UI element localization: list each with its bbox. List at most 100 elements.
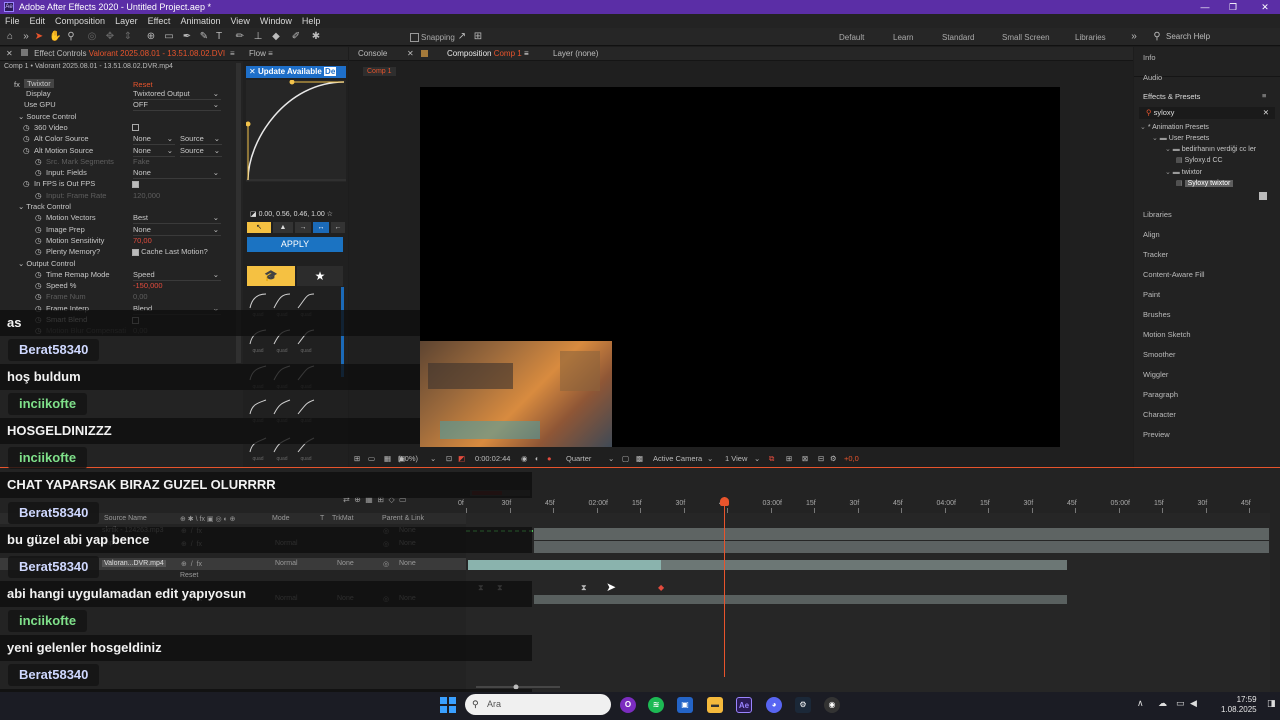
file-explorer-icon[interactable]: ▬ [707,697,723,713]
property-value[interactable]: -150,000 [133,280,163,291]
panel-paint[interactable]: Paint [1143,290,1160,299]
pan-behind-tool-icon[interactable]: ⊕ [145,31,157,43]
viewer-timecode[interactable]: 0:00:02:44 [475,452,510,466]
panel-wiggler[interactable]: Wiggler [1143,370,1168,379]
roto-brush-tool-icon[interactable]: ✐ [290,31,302,43]
pen-tool-icon[interactable]: ✒ [181,31,193,43]
property-dropdown[interactable]: Best ⌄ [133,212,221,225]
panel-align[interactable]: Align [1143,230,1160,239]
apply-button[interactable]: APPLY [247,237,343,252]
stopwatch-icon[interactable]: ◷ [35,156,42,167]
onedrive-icon[interactable]: ☁ [1158,698,1167,709]
chevron-down-icon[interactable]: ⌄ [608,452,614,466]
property-dropdown[interactable]: None ⌄ [133,224,221,236]
windows-start-icon[interactable] [440,697,456,713]
stopwatch-icon[interactable]: ◷ [35,246,42,257]
chevron-up-icon[interactable]: ∧ [1137,698,1144,709]
property-dropdown[interactable]: None ⌄ [133,167,221,180]
puppet-tool-icon[interactable]: ✱ [310,31,322,43]
property-value[interactable]: 70,00 [133,235,152,246]
steam-icon[interactable]: ⚙ [795,697,811,713]
stopwatch-icon[interactable]: ◷ [35,269,42,280]
panel-motion-sketch[interactable]: Motion Sketch [1143,330,1191,339]
hand-tool-icon[interactable]: ✋ [49,31,61,43]
monitor-icon[interactable]: ▭ [368,452,375,466]
layer-mode[interactable]: Normal [275,560,298,567]
flowchart-icon[interactable]: ⊠ [802,452,808,466]
fast-preview-icon[interactable]: ⧉ [769,452,774,466]
preset-tree-item[interactable]: ▤ Syloxy twixtor [1176,179,1234,187]
graduation-cap-icon[interactable]: 🎓 [247,266,295,286]
rectangle-tool-icon[interactable]: ▭ [163,31,175,43]
network-icon[interactable]: ▭ [1176,698,1185,709]
always-preview-icon[interactable]: ⊞ [354,452,360,466]
parent-header[interactable]: Parent & Link [382,515,424,522]
menu-view[interactable]: View [225,16,254,26]
workspace-learn[interactable]: Learn [893,33,913,42]
property-dropdown-2[interactable]: Source ⌄ [180,145,222,157]
timeline-zoom-slider[interactable] [470,677,570,690]
view-layout[interactable]: 1 View [725,452,747,466]
workspace-overflow-icon[interactable]: » [1128,31,1140,43]
composition-breadcrumb[interactable]: Comp 1 [363,67,396,76]
system-clock[interactable]: 17:59 1.08.2025 [1221,695,1257,715]
notification-icon[interactable]: ◨ [1267,698,1276,709]
stopwatch-icon[interactable]: ◷ [23,178,30,189]
settings-icon[interactable]: ⚙ [830,452,837,466]
3d-icon[interactable]: ⊟ [818,452,824,466]
flow-tab[interactable]: Flow ≡ [243,47,348,61]
preset-tree-item[interactable]: ▤ Syloxy.d CC [1176,156,1223,164]
chevron-down-icon[interactable]: ⌄ [430,452,436,466]
menu-layer[interactable]: Layer [110,16,143,26]
effects-presets-panel[interactable]: Effects & Presets [1143,92,1200,101]
panel-content-aware-fill[interactable]: Content-Aware Fill [1143,270,1205,279]
maximize-icon[interactable]: ❐ [1220,0,1246,14]
snapshot-icon[interactable]: ◉ [521,452,528,466]
timeline-icon[interactable]: ⊞ [786,452,792,466]
close-icon[interactable]: ✕ [407,47,414,61]
workspace-small-screen[interactable]: Small Screen [1002,33,1050,42]
close-icon[interactable]: ✕ [6,49,13,58]
menu-effect[interactable]: Effect [143,16,176,26]
property-dropdown[interactable]: Twixtored Output ⌄ [133,88,221,100]
minimize-icon[interactable]: — [1192,0,1218,14]
layer-tab[interactable]: Layer (none) [553,47,598,61]
bezier-curve-editor[interactable] [246,80,346,182]
track-bar-lower[interactable] [534,595,1067,604]
roi-icon[interactable]: ▢ [622,452,629,466]
clone-stamp-tool-icon[interactable]: ⊥ [252,31,264,43]
close-icon[interactable]: ✕ [1252,0,1278,14]
property-dropdown[interactable]: None ⌄ [133,133,175,146]
property-dropdown-2[interactable]: Source ⌄ [180,133,222,146]
active-camera[interactable]: Active Camera [653,452,702,466]
panel-preview[interactable]: Preview [1143,430,1170,439]
effect-controls-tab[interactable]: ✕ Effect Controls Valorant 2025.08.01 - … [0,47,243,61]
selection-tool-icon[interactable]: ➤ [33,31,45,43]
flow-mode-button-5[interactable]: ← [331,222,345,233]
volume-icon[interactable]: ◀ [1190,698,1197,709]
discord-icon[interactable]: ◕ [766,697,782,713]
layer-parent[interactable]: None [399,560,416,567]
menu-help[interactable]: Help [297,16,326,26]
resolution[interactable]: Quarter [566,452,591,466]
search-icon[interactable]: ⚲ [1151,31,1163,43]
new-preset-icon[interactable] [1259,192,1267,200]
eraser-tool-icon[interactable]: ◆ [270,31,282,43]
spotify-icon[interactable]: ≋ [648,697,664,713]
layer-reset[interactable]: Reset [180,572,198,579]
exposure-value[interactable]: +0,0 [844,452,859,466]
snapping-checkbox[interactable] [410,33,419,42]
channel-icon[interactable]: ● [547,452,552,466]
orbit-tool-icon[interactable]: ◎ [86,31,98,43]
property-dropdown[interactable]: OFF ⌄ [133,99,221,112]
flow-mode-button-3[interactable]: → [295,222,311,233]
panel-menu-icon[interactable]: ≡ [230,47,235,61]
property-dropdown[interactable]: None ⌄ [133,145,175,157]
stopwatch-icon[interactable]: ◷ [35,167,42,178]
panel-smoother[interactable]: Smoother [1143,350,1176,359]
brush-tool-icon[interactable]: ✏ [234,31,246,43]
layer-source-name[interactable]: Valoran...DVR.mp4 [102,560,166,567]
effects-search-field[interactable]: ⚲ syloxy ✕ [1139,107,1275,119]
obs-icon[interactable]: ◉ [824,697,840,713]
update-available-banner[interactable]: ✕ Update Available De [246,66,346,78]
